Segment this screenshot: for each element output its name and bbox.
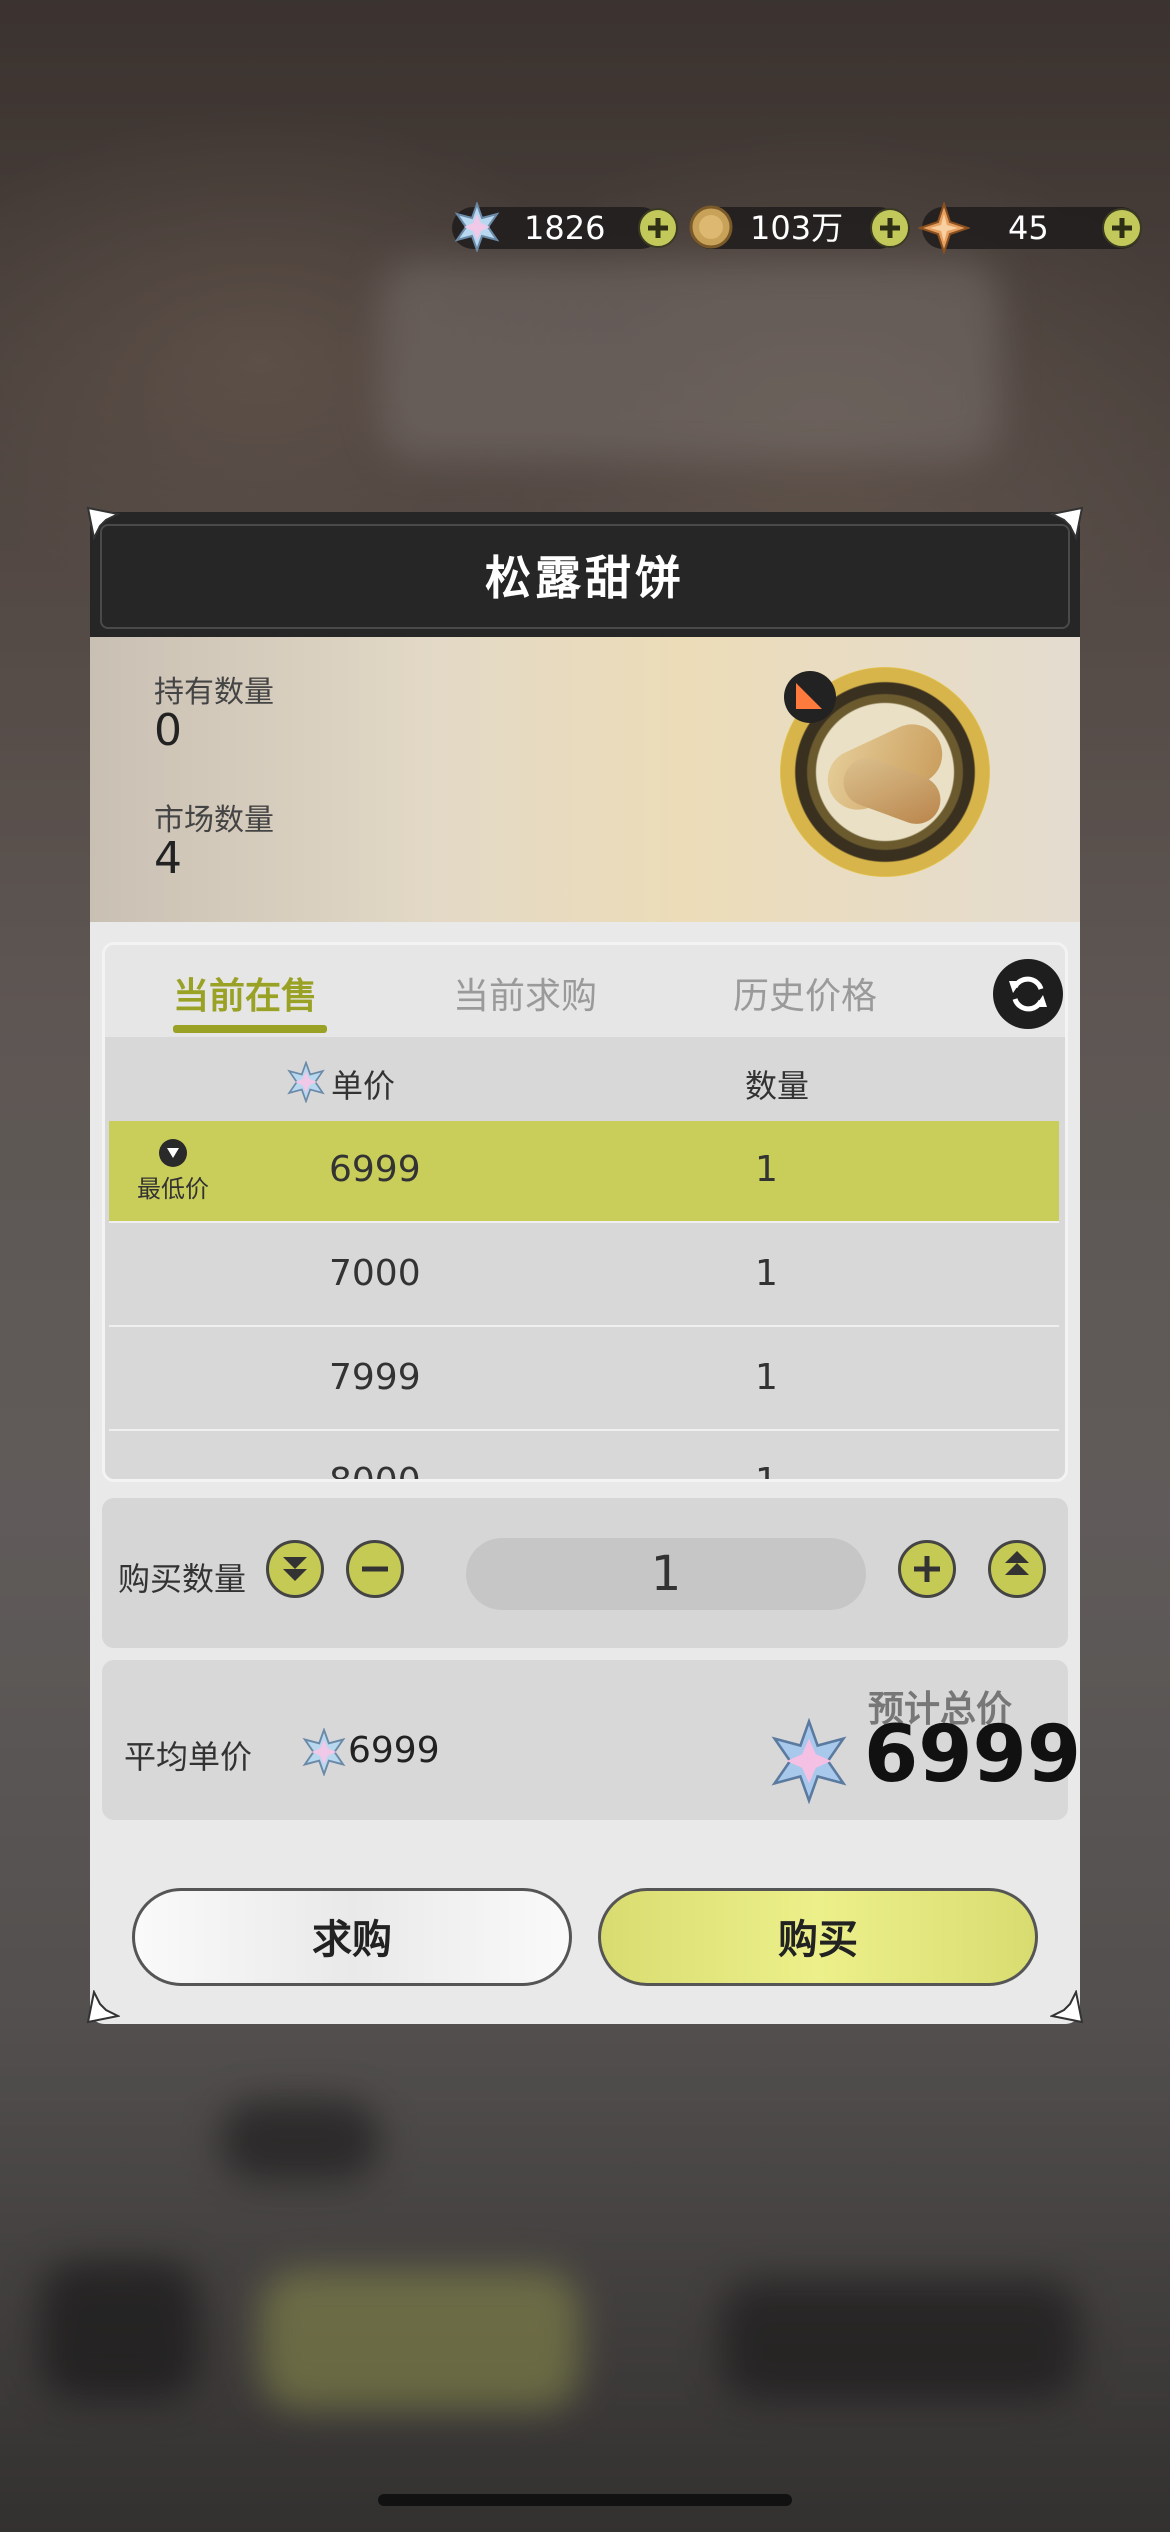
- refresh-button[interactable]: [993, 959, 1063, 1029]
- double-chevron-down-icon: [283, 1557, 307, 1569]
- tab-underline: [173, 1025, 327, 1033]
- corner-ornament-icon: [86, 1990, 120, 2024]
- row-price: 6999: [329, 1149, 421, 1190]
- currency-value: 1826: [524, 209, 606, 247]
- lowest-price-badge: 最低价: [129, 1139, 217, 1204]
- col-header-price: 单价: [331, 1067, 396, 1105]
- tab-current-sale[interactable]: 当前在售: [173, 967, 317, 1019]
- add-gold-button[interactable]: [870, 208, 910, 248]
- row-price: 8000: [329, 1461, 421, 1482]
- table-row[interactable]: 7999 1: [109, 1329, 1059, 1431]
- row-quantity: 1: [755, 1149, 778, 1190]
- table-row[interactable]: 最低价 6999 1: [109, 1121, 1059, 1223]
- item-info: 持有数量 0 市场数量 4: [90, 637, 1080, 922]
- diamond-shard-icon: [918, 202, 970, 254]
- star-crystal-icon: [302, 1728, 346, 1776]
- star-crystal-icon: [287, 1061, 325, 1103]
- add-shard-button[interactable]: [1102, 208, 1142, 248]
- table-row[interactable]: 8000 1: [109, 1433, 1059, 1482]
- download-arrow-icon: [159, 1139, 187, 1167]
- col-header-quantity: 数量: [745, 1067, 810, 1105]
- plus-icon: [924, 1556, 930, 1582]
- home-indicator[interactable]: [378, 2494, 792, 2506]
- est-total-value: 6999: [864, 1710, 1082, 1800]
- row-quantity: 1: [755, 1253, 778, 1294]
- tab-price-history[interactable]: 历史价格: [733, 967, 877, 1019]
- price-summary: 平均单价 6999 预计总价 6999: [102, 1660, 1081, 1820]
- star-crystal-icon: [454, 202, 500, 252]
- double-chevron-up-icon: [1005, 1563, 1029, 1575]
- currency-value: 103万: [750, 209, 844, 247]
- corner-ornament-icon: [1050, 1990, 1084, 2024]
- decrease-max-button[interactable]: [266, 1540, 324, 1598]
- request-buy-button[interactable]: 求购: [132, 1888, 572, 1986]
- double-chevron-up-icon: [1005, 1551, 1029, 1563]
- increase-max-button[interactable]: [988, 1540, 1046, 1598]
- dialog-header: 松露甜饼: [90, 512, 1080, 637]
- avg-price-label: 平均单价: [124, 1738, 253, 1776]
- row-price: 7000: [329, 1253, 421, 1294]
- item-title: 松露甜饼: [485, 551, 685, 605]
- currency-value: 45: [1008, 209, 1049, 247]
- buy-quantity-panel: 购买数量 1: [102, 1498, 1068, 1648]
- tab-bar: 当前在售 当前求购 历史价格: [105, 945, 1065, 1037]
- table-row[interactable]: 7000 1: [109, 1225, 1059, 1327]
- lowest-price-label: 最低价: [137, 1175, 209, 1203]
- quantity-input[interactable]: 1: [466, 1538, 866, 1610]
- row-quantity: 1: [755, 1461, 778, 1482]
- buy-button[interactable]: 购买: [598, 1888, 1038, 1986]
- corner-ornament-icon: [1050, 506, 1084, 540]
- decrease-button[interactable]: [346, 1540, 404, 1598]
- increase-button[interactable]: [898, 1540, 956, 1598]
- market-value: 4: [154, 833, 182, 884]
- star-crystal-icon: [771, 1718, 847, 1804]
- tab-current-request[interactable]: 当前求购: [453, 967, 597, 1019]
- buy-quantity-label: 购买数量: [118, 1560, 247, 1598]
- arrow-badge-icon: [784, 671, 836, 723]
- double-chevron-down-icon: [283, 1569, 307, 1581]
- row-price: 7999: [329, 1357, 421, 1398]
- avg-price-value: 6999: [348, 1730, 440, 1771]
- add-crystal-button[interactable]: [638, 208, 678, 248]
- row-quantity: 1: [755, 1357, 778, 1398]
- burrito-plate-icon: [780, 667, 990, 877]
- owned-value: 0: [154, 705, 182, 756]
- gold-coin-icon: [689, 205, 733, 249]
- market-dialog: 松露甜饼 持有数量 0 市场数量 4 当前在售 当前求购 历史价格 单价 数量 …: [90, 512, 1081, 2024]
- refresh-icon: [1009, 976, 1047, 1012]
- corner-ornament-icon: [86, 506, 120, 540]
- minus-icon: [362, 1566, 388, 1572]
- listing-panel: 当前在售 当前求购 历史价格 单价 数量 最低价 6999 1 7000 1 7…: [102, 942, 1068, 1482]
